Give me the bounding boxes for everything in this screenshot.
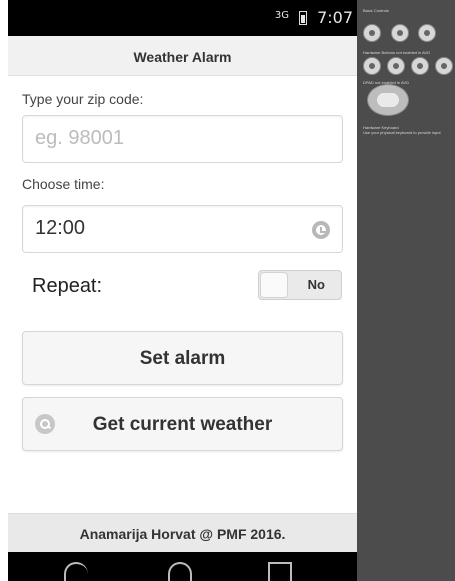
left-strip <box>0 0 8 581</box>
get-weather-label: Get current weather <box>92 414 273 435</box>
zip-label: Type your zip code: <box>22 91 144 107</box>
search-icon[interactable] <box>435 57 453 75</box>
repeat-label: Repeat: <box>32 275 103 297</box>
keyboard-hint-label: Use your physical keyboard to provide in… <box>363 130 441 135</box>
zip-input[interactable]: eg. 98001 <box>22 115 343 163</box>
home-button[interactable] <box>168 562 192 581</box>
get-weather-button[interactable]: Get current weather <box>22 397 343 451</box>
clock-icon <box>312 221 330 239</box>
recent-apps-button[interactable] <box>268 562 292 581</box>
app-header: Weather Alarm <box>8 36 357 76</box>
back-icon[interactable] <box>411 57 429 75</box>
set-alarm-button[interactable]: Set alarm <box>22 331 343 385</box>
menu-icon[interactable] <box>387 57 405 75</box>
toggle-knob <box>260 272 288 298</box>
repeat-state: No <box>307 277 325 292</box>
android-navigation-bar <box>8 552 357 581</box>
phone-screen: 3G 7:07 Weather Alarm Type your zip code… <box>0 0 357 581</box>
hardware-buttons-label: Hardware Buttons not enabled in AVD <box>363 50 431 55</box>
status-time: 7:07 <box>317 8 353 27</box>
time-value: 12:00 <box>35 217 86 239</box>
main-content: Type your zip code: eg. 98001 Choose tim… <box>8 77 357 513</box>
battery-icon <box>299 11 307 25</box>
emulator-side-panel: Basic Controls Hardware Buttons not enab… <box>357 0 455 581</box>
volume-up-icon[interactable] <box>391 24 409 42</box>
status-bar: 3G 7:07 <box>8 0 357 36</box>
volume-down-icon[interactable] <box>363 24 381 42</box>
basic-controls-label: Basic Controls <box>363 8 389 13</box>
time-input[interactable]: 12:00 <box>22 205 343 253</box>
repeat-toggle[interactable]: No <box>258 270 342 300</box>
back-button[interactable] <box>64 562 88 581</box>
home-icon[interactable] <box>363 57 381 75</box>
time-label: Choose time: <box>22 176 105 192</box>
power-icon[interactable] <box>418 24 436 42</box>
network-indicator: 3G <box>274 10 289 21</box>
search-icon <box>35 414 55 434</box>
zip-placeholder: eg. 98001 <box>35 127 124 149</box>
dpad-control[interactable] <box>367 84 409 116</box>
footer: Anamarija Horvat @ PMF 2016. <box>8 513 357 552</box>
